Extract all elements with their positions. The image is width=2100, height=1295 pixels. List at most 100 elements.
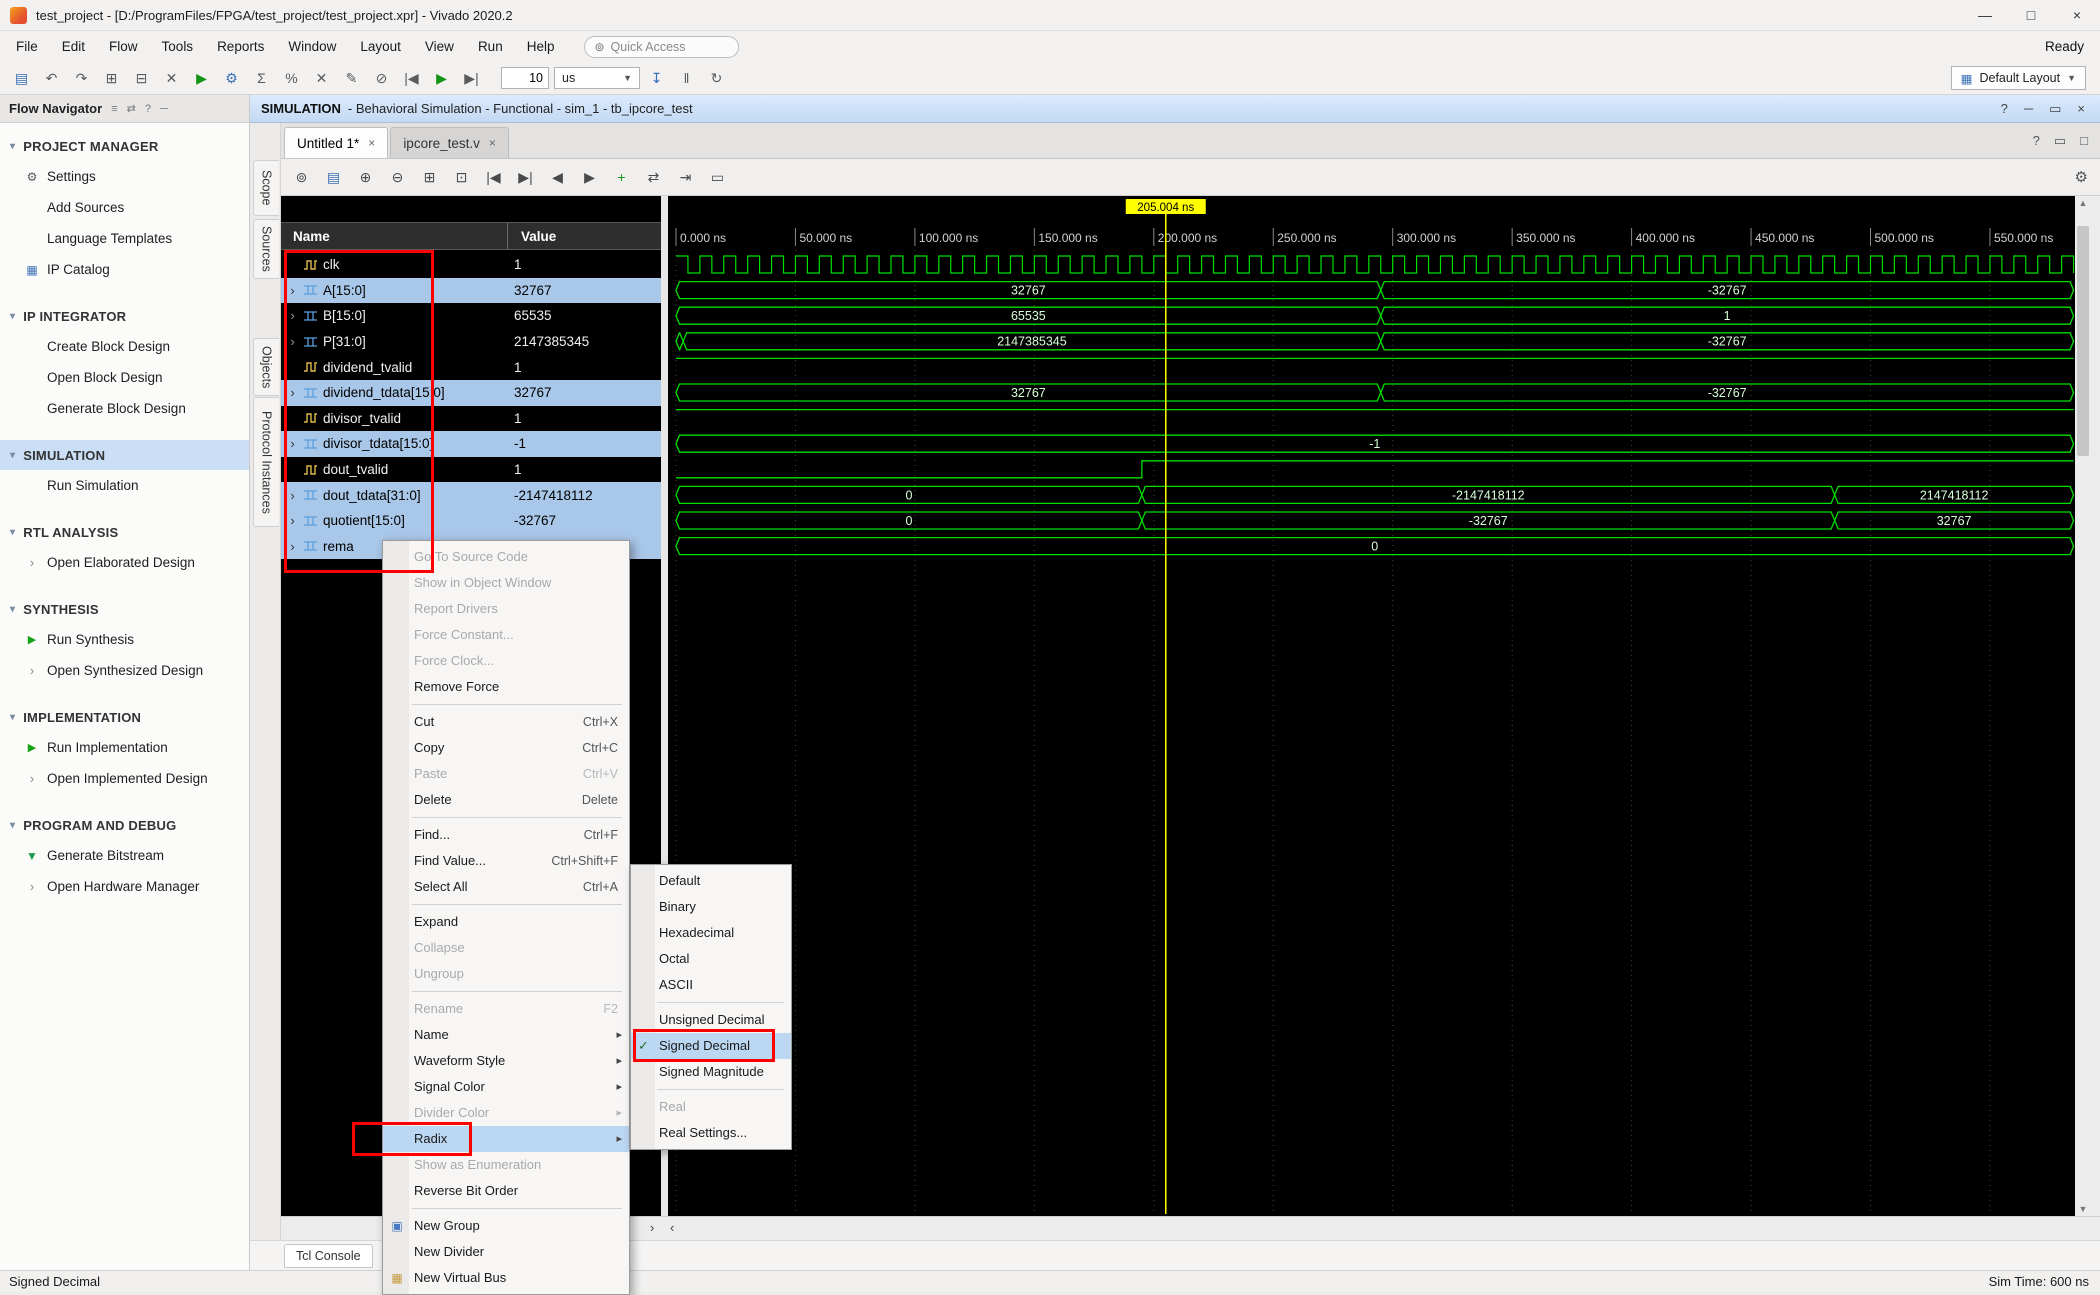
menu-edit[interactable]: Edit xyxy=(50,31,97,62)
menu-item-cut[interactable]: CutCtrl+X xyxy=(383,709,629,735)
menu-item-waveform-style[interactable]: Waveform Style▸ xyxy=(383,1048,629,1074)
zoom-fit-icon[interactable]: ⊞ xyxy=(416,164,443,190)
flow-section-header-project-manager[interactable]: ▾PROJECT MANAGER xyxy=(0,131,249,161)
relaunch-icon[interactable]: ↻ xyxy=(703,66,730,91)
add-marker-icon[interactable]: + xyxy=(608,164,635,190)
zoom-out-icon[interactable]: ⊖ xyxy=(384,164,411,190)
help-icon[interactable]: ? xyxy=(145,103,151,115)
signal-row-dividend-tdata-15-0[interactable]: ›dividend_tdata[15:0] xyxy=(281,380,507,406)
zoom-to-cursor-icon[interactable]: ⊡ xyxy=(448,164,475,190)
expand-chevron-icon[interactable]: › xyxy=(285,283,300,298)
flow-item-generate-block-design[interactable]: Generate Block Design xyxy=(0,393,249,424)
menu-reports[interactable]: Reports xyxy=(205,31,276,62)
save-icon[interactable]: ▤ xyxy=(8,66,35,91)
flow-section-header-program-and-debug[interactable]: ▾PROGRAM AND DEBUG xyxy=(0,810,249,840)
maximize-button[interactable]: □ xyxy=(2008,0,2054,30)
menu-icon[interactable]: ≡ xyxy=(111,103,117,115)
menu-item-octal[interactable]: Octal xyxy=(631,946,791,972)
expand-chevron-icon[interactable]: › xyxy=(285,308,300,323)
menu-item-name[interactable]: Name▸ xyxy=(383,1022,629,1048)
flow-item-ip-catalog[interactable]: ▦IP Catalog xyxy=(0,254,249,285)
simulation-time-input[interactable] xyxy=(501,67,549,89)
undo-icon[interactable]: ↶ xyxy=(38,66,65,91)
percent-icon[interactable]: % xyxy=(278,66,305,91)
menu-item-new-virtual-bus[interactable]: ▦New Virtual Bus xyxy=(383,1265,629,1291)
chevron-right-icon[interactable]: › xyxy=(24,879,40,894)
save-icon[interactable]: ▤ xyxy=(320,164,347,190)
step-icon[interactable]: ▶| xyxy=(458,66,485,91)
flow-item-open-block-design[interactable]: Open Block Design xyxy=(0,362,249,393)
float-window-icon[interactable]: ▭ xyxy=(2054,133,2066,149)
expand-chevron-icon[interactable]: › xyxy=(285,539,300,554)
probe-icon[interactable]: ⊘ xyxy=(368,66,395,91)
signal-value-dividend-tvalid[interactable]: 1 xyxy=(507,354,661,380)
flow-item-create-block-design[interactable]: Create Block Design xyxy=(0,331,249,362)
signal-value-a-15-0[interactable]: 32767 xyxy=(507,278,661,304)
help-icon[interactable]: ? xyxy=(2001,101,2008,117)
menu-item-real-settings[interactable]: Real Settings... xyxy=(631,1120,791,1146)
signal-value-dividend-tdata-15-0[interactable]: 32767 xyxy=(507,380,661,406)
signal-value-dout-tvalid[interactable]: 1 xyxy=(507,457,661,483)
signal-value-b-15-0[interactable]: 65535 xyxy=(507,303,661,329)
float-icon[interactable]: ▭ xyxy=(704,164,731,190)
go-to-time-0-icon[interactable]: |◀ xyxy=(480,164,507,190)
signal-row-p-31-0[interactable]: ›P[31:0] xyxy=(281,329,507,355)
menu-view[interactable]: View xyxy=(413,31,466,62)
flow-item-settings[interactable]: ⚙Settings xyxy=(0,161,249,192)
close-panel-icon[interactable]: × xyxy=(2077,101,2085,117)
zoom-in-icon[interactable]: ⊕ xyxy=(352,164,379,190)
snap-to-transition-icon[interactable]: ⇥ xyxy=(672,164,699,190)
expand-right-icon[interactable]: › xyxy=(650,1220,654,1235)
chevron-right-icon[interactable]: › xyxy=(24,555,40,570)
flow-section-header-ip-integrator[interactable]: ▾IP INTEGRATOR xyxy=(0,301,249,331)
menu-item-radix[interactable]: Radix▸ xyxy=(383,1126,629,1152)
side-tab-protocol-instances[interactable]: Protocol Instances xyxy=(253,397,279,527)
flow-item-run-simulation[interactable]: Run Simulation xyxy=(0,470,249,501)
flow-section-header-rtl-analysis[interactable]: ▾RTL ANALYSIS xyxy=(0,517,249,547)
menu-window[interactable]: Window xyxy=(276,31,348,62)
menu-item-hexadecimal[interactable]: Hexadecimal xyxy=(631,920,791,946)
waveform-canvas[interactable]: 0.000 ns50.000 ns100.000 ns150.000 ns200… xyxy=(668,196,2075,1216)
run-for-icon[interactable]: ↧ xyxy=(643,66,670,91)
signal-row-a-15-0[interactable]: ›A[15:0] xyxy=(281,278,507,304)
menu-item-signed-magnitude[interactable]: Signed Magnitude xyxy=(631,1059,791,1085)
signal-value-divisor-tvalid[interactable]: 1 xyxy=(507,406,661,432)
flow-item-open-elaborated-design[interactable]: ›Open Elaborated Design xyxy=(0,547,249,578)
expand-chevron-icon[interactable]: › xyxy=(285,334,300,349)
flow-item-open-hardware-manager[interactable]: ›Open Hardware Manager xyxy=(0,871,249,902)
close-button[interactable]: × xyxy=(2054,0,2100,30)
go-to-last-time-icon[interactable]: ▶| xyxy=(512,164,539,190)
run-all-icon[interactable]: ▶ xyxy=(428,66,455,91)
menu-item-remove-force[interactable]: Remove Force xyxy=(383,674,629,700)
signal-row-clk[interactable]: clk xyxy=(281,252,507,278)
menu-item-signed-decimal[interactable]: ✓Signed Decimal xyxy=(631,1033,791,1059)
help-icon[interactable]: ? xyxy=(2033,133,2040,149)
flow-item-add-sources[interactable]: Add Sources xyxy=(0,192,249,223)
menu-item-expand[interactable]: Expand xyxy=(383,909,629,935)
settings-icon[interactable]: ⚙ xyxy=(218,66,245,91)
signal-value-quotient-15-0[interactable]: -32767 xyxy=(507,508,661,534)
menu-item-default[interactable]: Default xyxy=(631,868,791,894)
tab-untitled-1[interactable]: Untitled 1*× xyxy=(284,127,388,158)
redo-icon[interactable]: ↷ xyxy=(68,66,95,91)
signal-value-divisor-tdata-15-0[interactable]: -1 xyxy=(507,431,661,457)
menu-item-find[interactable]: Find...Ctrl+F xyxy=(383,822,629,848)
menu-item-select-all[interactable]: Select AllCtrl+A xyxy=(383,874,629,900)
previous-transition-icon[interactable]: ◀ xyxy=(544,164,571,190)
side-tab-scope[interactable]: Scope xyxy=(253,160,279,216)
edit-icon[interactable]: ✎ xyxy=(338,66,365,91)
swap-cursors-icon[interactable]: ⇄ xyxy=(640,164,667,190)
float-panel-icon[interactable]: ▭ xyxy=(2049,101,2061,117)
signal-row-divisor-tdata-15-0[interactable]: ›divisor_tdata[15:0] xyxy=(281,431,507,457)
menu-flow[interactable]: Flow xyxy=(97,31,150,62)
menu-layout[interactable]: Layout xyxy=(348,31,413,62)
menu-item-find-value[interactable]: Find Value...Ctrl+Shift+F xyxy=(383,848,629,874)
expand-chevron-icon[interactable]: › xyxy=(285,488,300,503)
flow-section-header-synthesis[interactable]: ▾SYNTHESIS xyxy=(0,594,249,624)
menu-item-reverse-bit-order[interactable]: Reverse Bit Order xyxy=(383,1178,629,1204)
dock-icon[interactable]: ⇄ xyxy=(127,102,136,115)
minimize-button[interactable]: — xyxy=(1962,0,2008,30)
maximize-window-icon[interactable]: □ xyxy=(2080,133,2088,149)
scrollbar-thumb[interactable] xyxy=(2077,226,2089,456)
menu-run[interactable]: Run xyxy=(466,31,515,62)
